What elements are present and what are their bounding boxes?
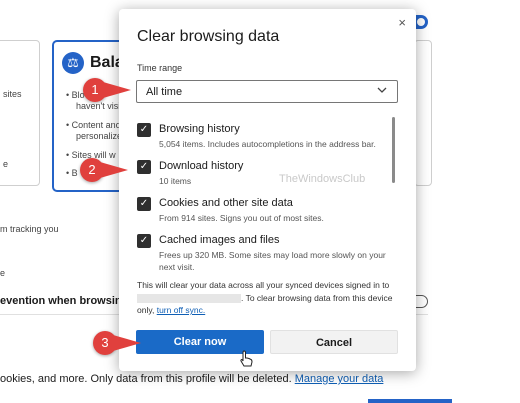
- basic-card-line: sites: [3, 89, 22, 99]
- watermark: TheWindowsClub: [279, 173, 366, 185]
- footer-text: ookies, and more. Only data from this pr…: [0, 373, 384, 385]
- balanced-line: • Blo: [66, 90, 85, 100]
- chevron-down-icon: [376, 84, 388, 99]
- checkbox-checked-icon[interactable]: ✓: [137, 197, 151, 211]
- tracking-text-short: e: [0, 268, 6, 278]
- prevention-label: evention when browsing I: [0, 295, 135, 307]
- balanced-line: haven't visi: [76, 101, 121, 111]
- basic-card[interactable]: sites e: [0, 40, 40, 186]
- option-desc: 5,054 items. Includes autocompletions in…: [159, 139, 376, 149]
- scales-icon: ⚖: [62, 52, 84, 74]
- options-scrollbar[interactable]: [392, 117, 396, 277]
- basic-card-line: e: [3, 159, 9, 169]
- turn-off-sync-link[interactable]: turn off sync.: [157, 305, 206, 315]
- redacted-email: [137, 293, 241, 303]
- data-options-list: ✓ Browsing history 5,054 items. Includes…: [135, 113, 399, 273]
- clear-browsing-data-dialog: Clear browsing data × Time range All tim…: [119, 9, 416, 371]
- close-icon[interactable]: ×: [398, 15, 406, 30]
- manage-data-link[interactable]: Manage your data: [295, 373, 384, 385]
- time-range-label: Time range: [137, 63, 183, 73]
- sync-note: This will clear your data across all you…: [137, 280, 393, 315]
- option-title: Download history: [159, 160, 244, 172]
- tracking-text: m tracking you: [0, 224, 59, 234]
- scrollbar-thumb[interactable]: [392, 117, 395, 183]
- arrow-right-icon: [100, 162, 128, 178]
- balanced-line: personalize: [76, 131, 123, 141]
- option-desc: Frees up 320 MB. Some sites may load mor…: [159, 250, 386, 272]
- checkbox-checked-icon[interactable]: ✓: [137, 160, 151, 174]
- checkbox-checked-icon[interactable]: ✓: [137, 123, 151, 137]
- balanced-line: • Content and: [66, 120, 121, 130]
- bottom-accent: [368, 399, 452, 403]
- option-desc: From 914 sites. Signs you out of most si…: [159, 213, 324, 223]
- cancel-button[interactable]: Cancel: [270, 330, 398, 354]
- hand-cursor-icon: [239, 350, 253, 372]
- dialog-title: Clear browsing data: [137, 28, 280, 45]
- checkbox-checked-icon[interactable]: ✓: [137, 234, 151, 248]
- arrow-right-icon: [103, 82, 131, 98]
- balanced-line: • B: [66, 168, 78, 178]
- arrow-right-icon: [113, 335, 141, 351]
- time-range-value: All time: [146, 86, 183, 98]
- strict-card[interactable]: [414, 40, 432, 186]
- option-title: Cached images and files: [159, 234, 280, 246]
- option-title: Browsing history: [159, 123, 240, 135]
- option-title: Cookies and other site data: [159, 197, 293, 209]
- time-range-select[interactable]: All time: [136, 80, 398, 103]
